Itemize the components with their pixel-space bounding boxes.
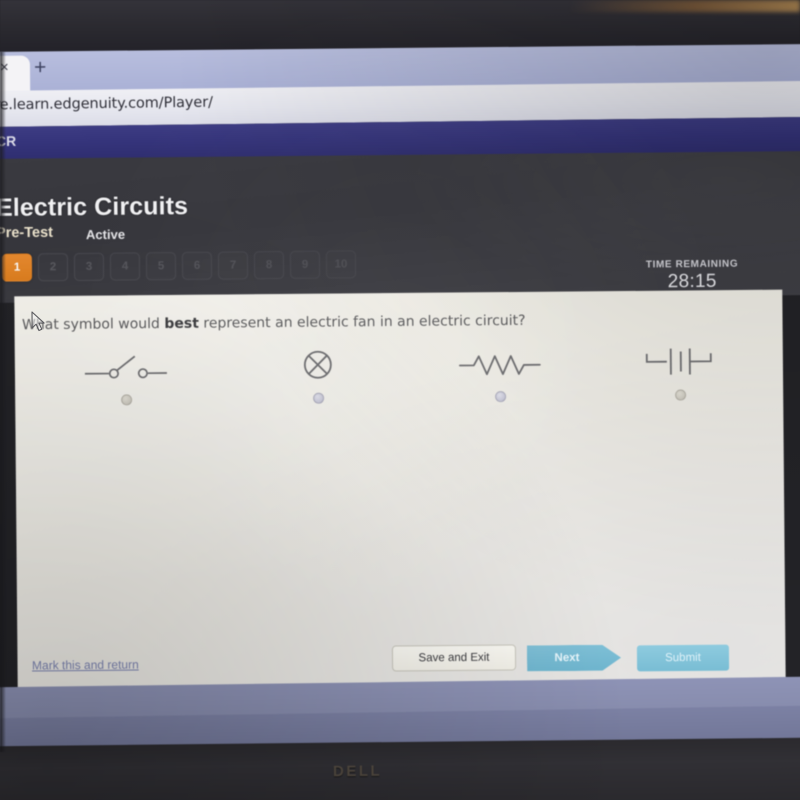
answer-options[interactable] — [16, 340, 785, 427]
radio-button-c[interactable] — [494, 391, 506, 403]
question-suffix: represent an electric fan in an electric… — [198, 312, 526, 332]
question-emphasis: best — [164, 315, 199, 332]
photo-left-edge — [0, 52, 6, 752]
status-badge: Active — [85, 226, 126, 243]
answer-option-a[interactable] — [36, 345, 217, 407]
radio-button-b[interactable] — [312, 392, 324, 404]
plus-icon[interactable]: + — [34, 56, 46, 79]
question-nav-item-6[interactable]: 6 — [181, 251, 213, 280]
radio-button-a[interactable] — [120, 394, 132, 406]
laptop-bottom-bezel — [0, 737, 800, 800]
assessment-type-label: Pre-Test — [0, 224, 54, 242]
address-bar-url[interactable]: re.learn.edgenuity.com/Player/ — [0, 95, 213, 114]
lamp-circle-x-symbol — [298, 344, 338, 386]
question-nav-item-9[interactable]: 9 — [289, 250, 321, 279]
resistor-zigzag-symbol — [457, 342, 543, 385]
answer-option-d[interactable] — [590, 340, 771, 402]
question-nav-item-8[interactable]: 8 — [253, 250, 285, 280]
question-nav-item-10[interactable]: 10 — [325, 250, 357, 279]
question-nav-item-1[interactable]: 1 — [1, 253, 33, 282]
bezel-light-glint — [570, 0, 800, 12]
question-nav-item-7[interactable]: 7 — [217, 251, 249, 280]
dell-logo: DELL — [332, 762, 383, 781]
question-navigation[interactable]: 1 2 3 4 5 6 7 8 9 10 — [1, 250, 357, 282]
question-nav-item-2[interactable]: 2 — [37, 253, 69, 282]
battery-cell-symbol — [643, 340, 717, 383]
question-nav-item-3[interactable]: 3 — [73, 252, 105, 282]
question-nav-item-4[interactable]: 4 — [109, 252, 141, 281]
question-nav-item-5[interactable]: 5 — [145, 252, 177, 281]
answer-option-b[interactable] — [228, 343, 409, 405]
next-button[interactable]: Next — [527, 645, 621, 672]
mark-this-and-return-link[interactable]: Mark this and return — [32, 658, 139, 673]
submit-button[interactable]: Submit — [636, 644, 730, 672]
laptop-screen-photo: × + re.learn.edgenuity.com/Player/ CR El… — [0, 0, 800, 800]
timer: TIME REMAINING 28:15 — [646, 259, 739, 294]
laptop-top-bezel — [0, 0, 800, 52]
open-switch-symbol — [81, 345, 171, 388]
page-title: Electric Circuits — [0, 192, 189, 222]
timer-label: TIME REMAINING — [645, 258, 738, 271]
answer-option-c[interactable] — [410, 341, 591, 403]
radio-button-d[interactable] — [674, 389, 686, 401]
save-and-exit-button[interactable]: Save and Exit — [391, 644, 517, 672]
